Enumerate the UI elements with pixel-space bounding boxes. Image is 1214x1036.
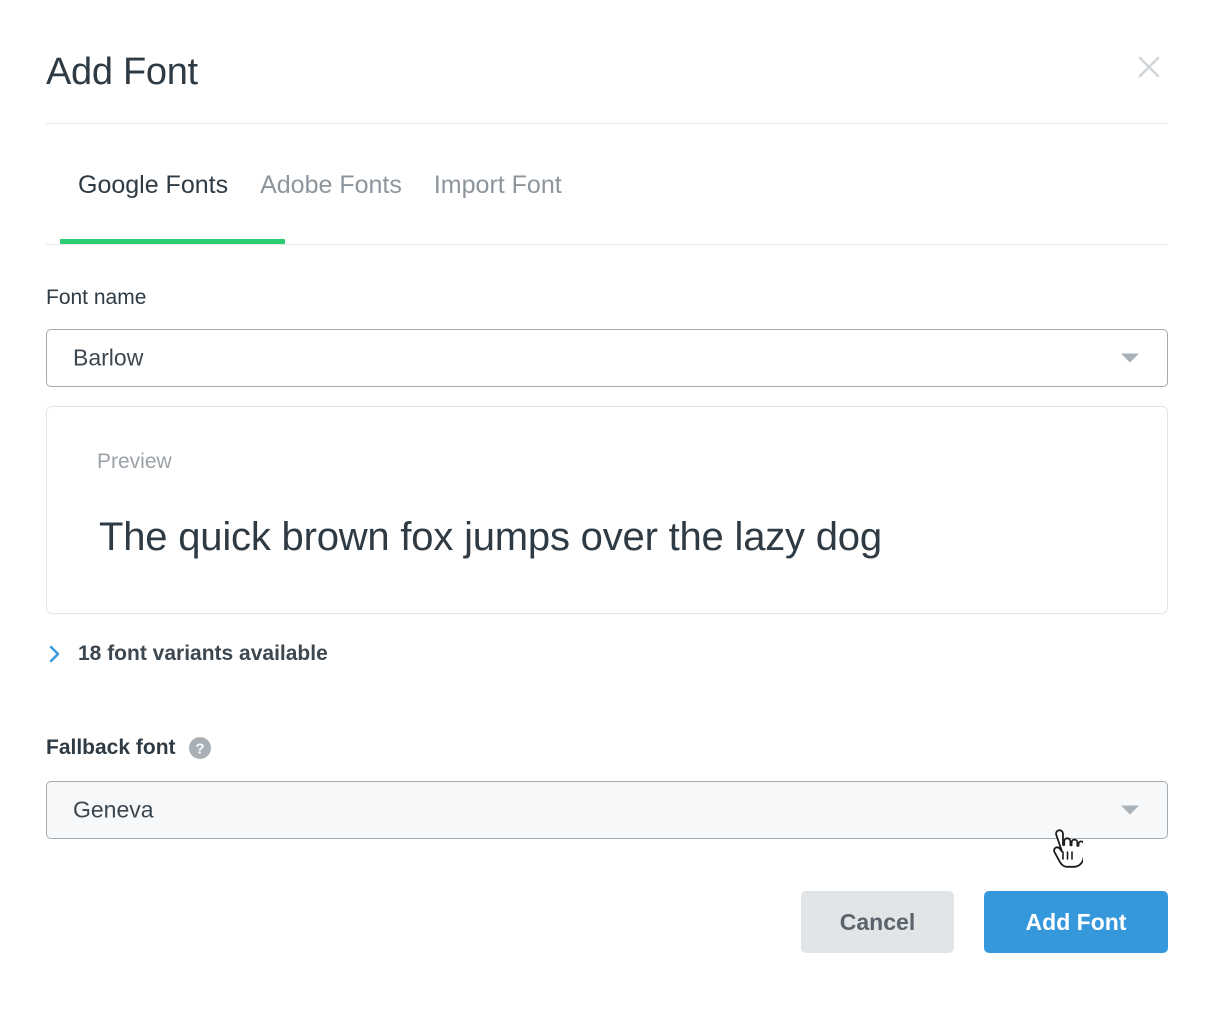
tab-bar: Google Fonts Adobe Fonts Import Font: [46, 170, 1168, 246]
chevron-down-icon: [1121, 354, 1139, 363]
svg-text:?: ?: [195, 740, 204, 757]
tab-adobe-fonts[interactable]: Adobe Fonts: [244, 170, 418, 200]
fallback-font-value: Geneva: [73, 797, 154, 824]
fallback-font-select[interactable]: Geneva: [46, 781, 1168, 839]
add-font-dialog: Add Font Google Fonts Adobe Fonts Import…: [0, 0, 1214, 1036]
page-title: Add Font: [46, 34, 1168, 94]
tab-import-font[interactable]: Import Font: [418, 170, 578, 200]
help-circle-icon[interactable]: ?: [188, 736, 212, 760]
font-name-select[interactable]: Barlow: [46, 329, 1168, 387]
preview-label: Preview: [97, 449, 172, 474]
dialog-header: Add Font: [46, 34, 1168, 124]
close-icon[interactable]: [1132, 50, 1166, 84]
fallback-font-label: Fallback font ?: [46, 735, 212, 760]
cancel-button[interactable]: Cancel: [801, 891, 954, 953]
tab-baseline: [46, 244, 1168, 245]
preview-sample-text: The quick brown fox jumps over the lazy …: [99, 513, 882, 561]
chevron-down-icon: [1121, 806, 1139, 815]
font-preview-panel: Preview The quick brown fox jumps over t…: [46, 406, 1168, 614]
font-variants-toggle[interactable]: 18 font variants available: [46, 638, 328, 670]
add-font-button[interactable]: Add Font: [984, 891, 1168, 953]
tab-strip: Google Fonts Adobe Fonts Import Font: [46, 170, 1168, 230]
chevron-right-icon: [46, 641, 64, 667]
fallback-font-label-text: Fallback font: [46, 735, 176, 760]
font-variants-label: 18 font variants available: [78, 641, 328, 667]
header-divider: [46, 123, 1168, 124]
font-name-label: Font name: [46, 285, 146, 310]
active-tab-indicator: [60, 239, 285, 244]
tab-google-fonts[interactable]: Google Fonts: [62, 170, 244, 200]
font-name-value: Barlow: [73, 345, 143, 372]
